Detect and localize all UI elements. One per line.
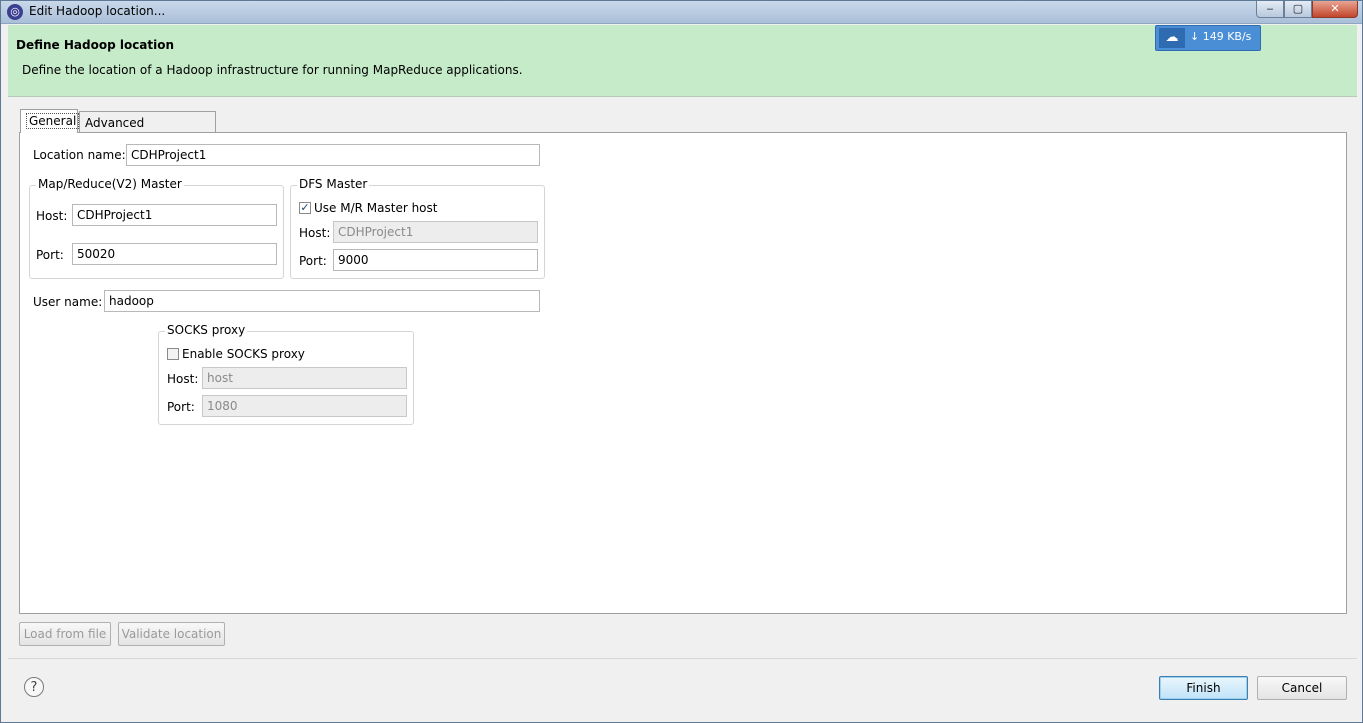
close-icon[interactable]: ✕ <box>1312 1 1358 18</box>
use-mr-master-checkbox[interactable]: ✓ <box>299 202 311 214</box>
dfs-port-label: Port: <box>299 254 327 268</box>
minimize-icon[interactable]: ‒ <box>1256 1 1284 18</box>
user-name-input[interactable]: hadoop <box>104 290 540 312</box>
socks-host-input[interactable]: host <box>202 367 407 389</box>
edit-hadoop-location-dialog: ◎ Edit Hadoop location... ‒ ▢ ✕ Define H… <box>0 0 1363 723</box>
load-from-file-button[interactable]: Load from file <box>19 622 111 646</box>
general-tab-panel: Location name: CDHProject1 Map/Reduce(V2… <box>19 132 1347 614</box>
cancel-button[interactable]: Cancel <box>1257 676 1347 700</box>
dfs-host-label: Host: <box>299 226 331 240</box>
enable-socks-label: Enable SOCKS proxy <box>182 347 305 361</box>
tab-general[interactable]: General <box>20 109 80 133</box>
tab-advanced-parameters[interactable]: Advanced parameters <box>79 111 216 152</box>
footer-divider <box>8 658 1357 659</box>
window-controls: ‒ ▢ ✕ <box>1256 1 1358 19</box>
user-name-label: User name: <box>33 295 103 309</box>
maximize-icon[interactable]: ▢ <box>1284 1 1312 18</box>
cloud-icon: ☁ <box>1159 28 1185 48</box>
tab-general-label: General <box>26 113 80 129</box>
mr-host-label: Host: <box>36 209 68 223</box>
location-name-input[interactable]: CDHProject1 <box>126 144 540 166</box>
mr-port-input[interactable]: 50020 <box>72 243 277 265</box>
socks-proxy-group: SOCKS proxy Enable SOCKS proxy Host: hos… <box>158 323 414 425</box>
window-title: Edit Hadoop location... <box>29 4 166 18</box>
validate-location-button[interactable]: Validate location <box>118 622 225 646</box>
dfs-port-input[interactable]: 9000 <box>333 249 538 271</box>
title-bar[interactable]: ◎ Edit Hadoop location... ‒ ▢ ✕ <box>1 1 1362 24</box>
mr-host-input[interactable]: CDHProject1 <box>72 204 277 226</box>
mr-master-group: Map/Reduce(V2) Master Host: CDHProject1 … <box>29 177 284 279</box>
banner-description: Define the location of a Hadoop infrastr… <box>22 63 523 77</box>
socks-port-input[interactable]: 1080 <box>202 395 407 417</box>
download-speed-widget[interactable]: ☁ ↓ 149 KB/s <box>1155 25 1261 51</box>
download-speed-text: ↓ 149 KB/s <box>1190 30 1252 43</box>
enable-socks-checkbox[interactable] <box>167 348 179 360</box>
dfs-host-input[interactable]: CDHProject1 <box>333 221 538 243</box>
finish-button[interactable]: Finish <box>1159 676 1248 700</box>
dfs-master-title: DFS Master <box>297 177 370 191</box>
socks-proxy-title: SOCKS proxy <box>165 323 248 337</box>
help-icon[interactable]: ? <box>24 677 44 697</box>
use-mr-master-label: Use M/R Master host <box>314 201 438 215</box>
socks-port-label: Port: <box>167 400 195 414</box>
banner-title: Define Hadoop location <box>16 38 175 52</box>
mr-port-label: Port: <box>36 248 64 262</box>
dfs-master-group: DFS Master ✓ Use M/R Master host Host: C… <box>290 177 545 279</box>
eclipse-icon: ◎ <box>7 4 23 20</box>
location-name-label: Location name: <box>33 148 126 162</box>
socks-host-label: Host: <box>167 372 199 386</box>
mr-master-title: Map/Reduce(V2) Master <box>36 177 184 191</box>
